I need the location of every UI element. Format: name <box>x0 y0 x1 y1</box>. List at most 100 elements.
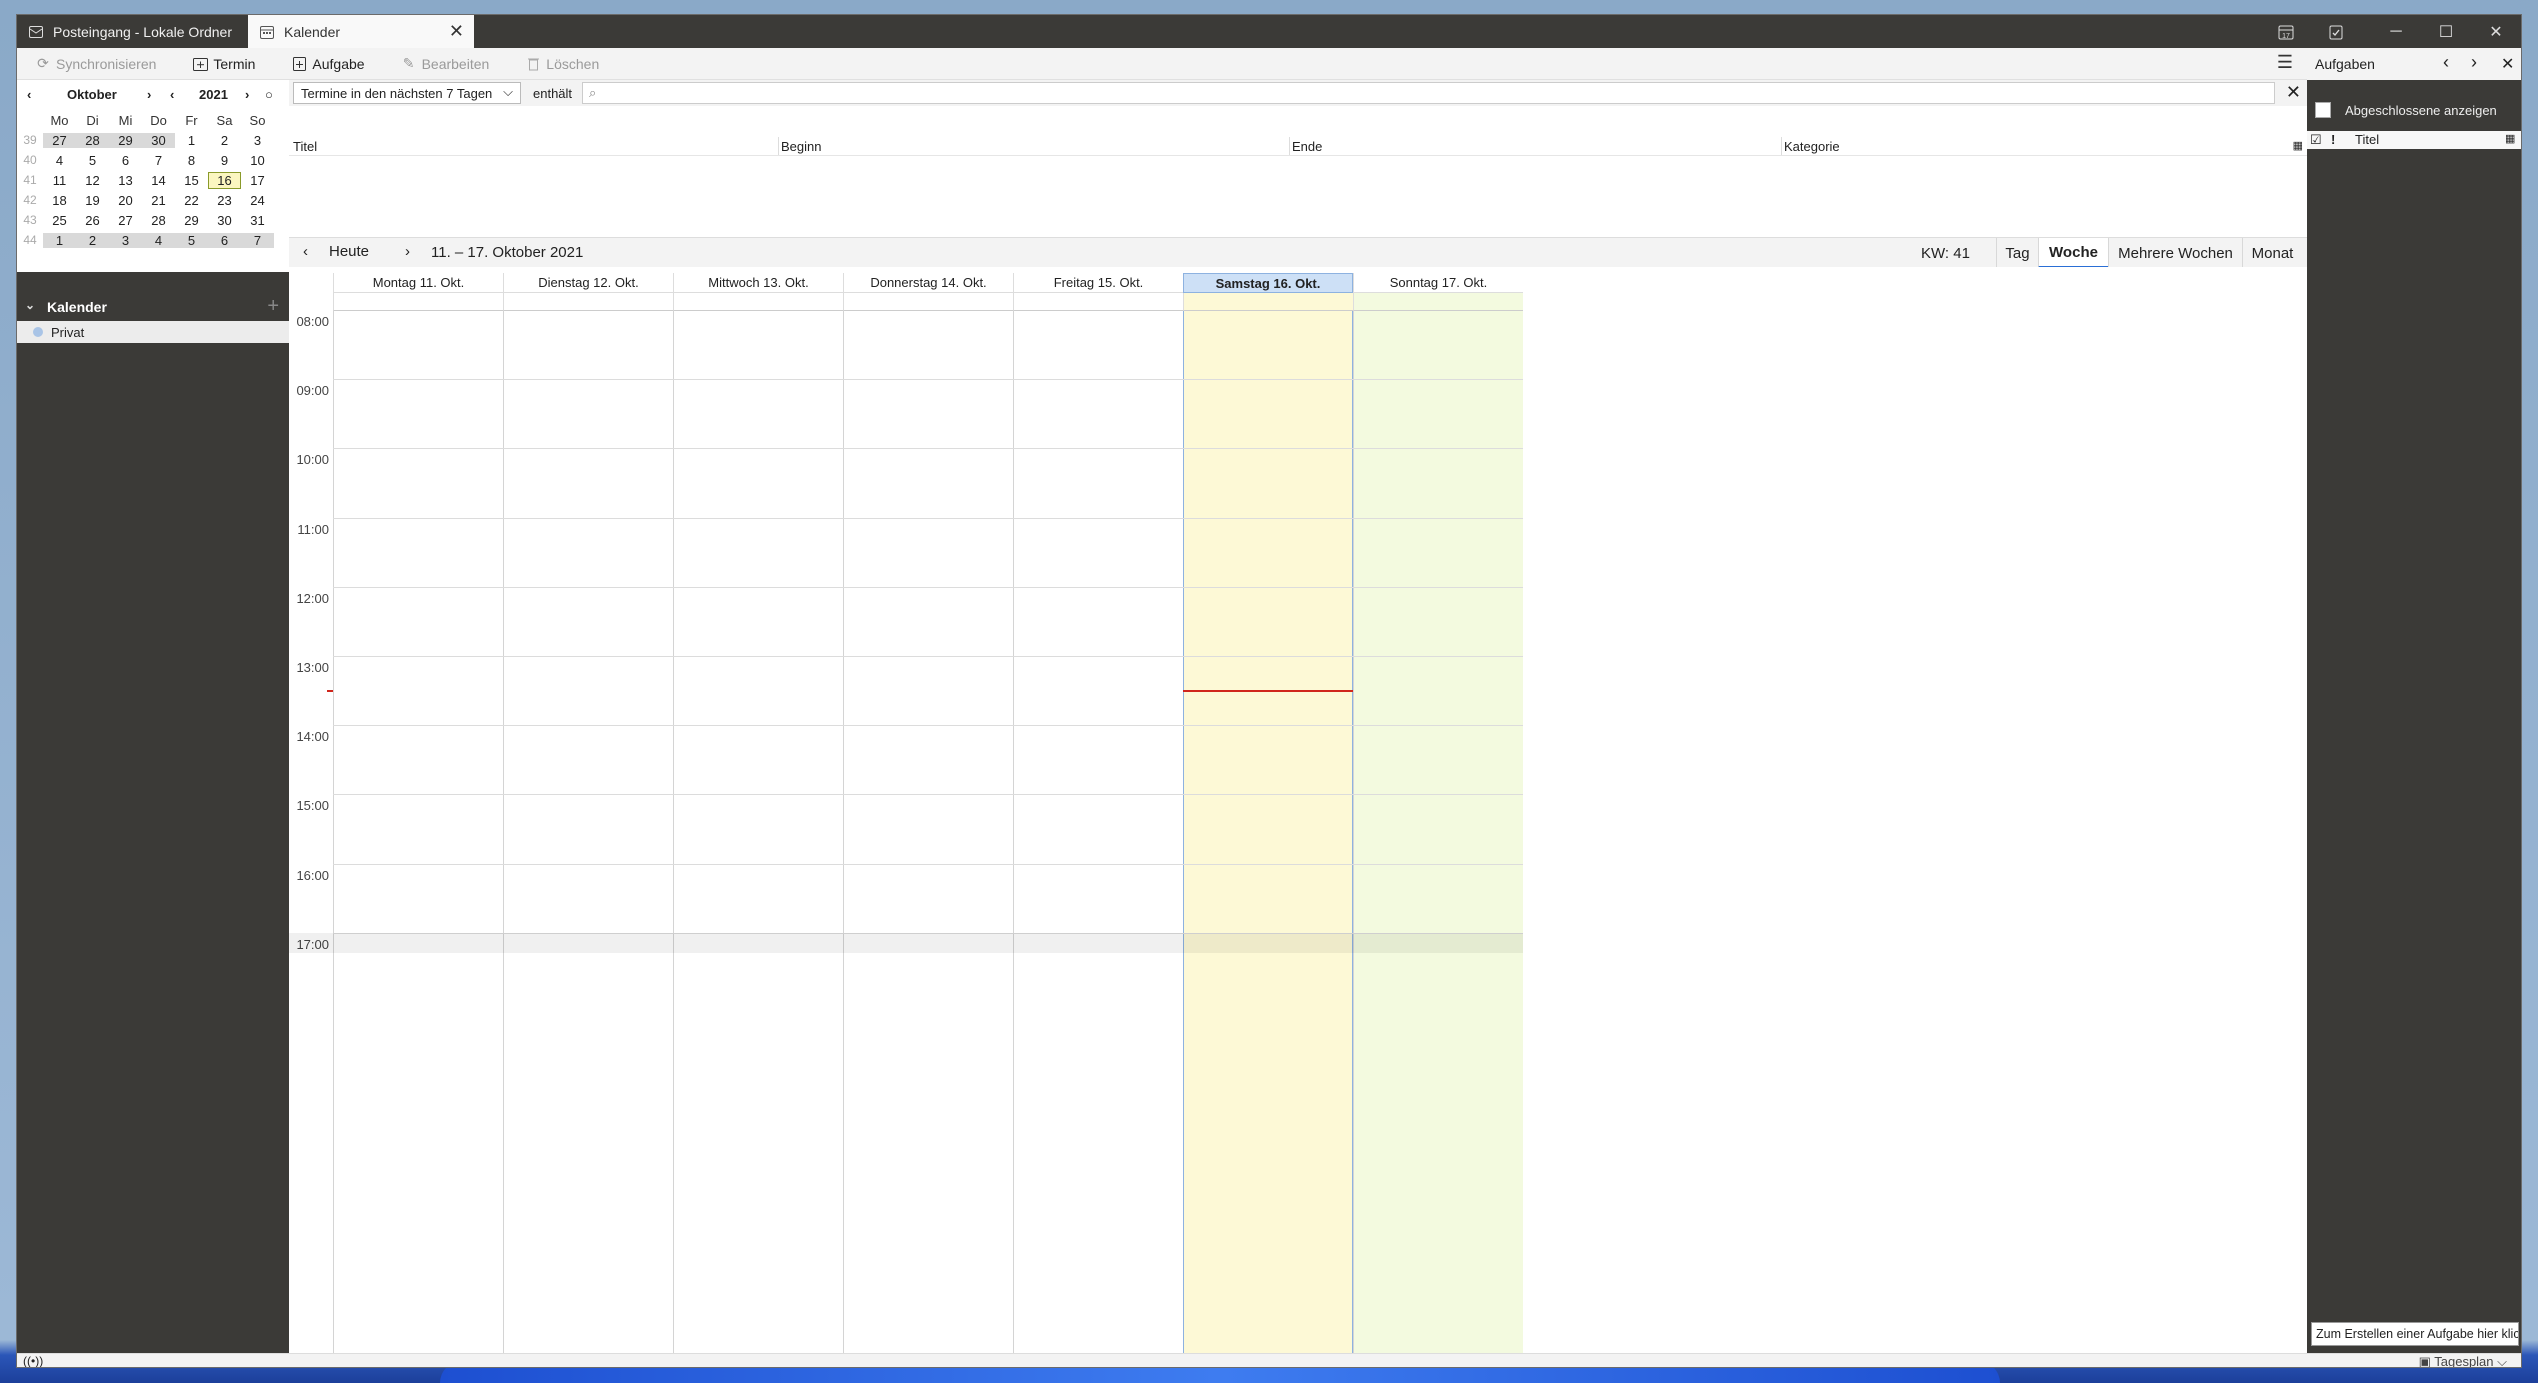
all-day-cell[interactable] <box>503 293 673 311</box>
mini-month-day[interactable]: 3 <box>241 133 274 148</box>
mini-month-day[interactable]: 26 <box>76 213 109 228</box>
priority-icon[interactable]: ! <box>2331 132 2335 147</box>
edit-button[interactable]: ✎ Bearbeiten <box>401 55 490 72</box>
day-header[interactable]: Samstag 16. Okt. <box>1183 273 1353 293</box>
mini-month-day[interactable]: 4 <box>142 232 175 248</box>
calendars-header[interactable]: ⌄ Kalender + <box>17 293 289 321</box>
mini-month-day[interactable]: 20 <box>109 193 142 208</box>
show-completed-checkbox[interactable] <box>2315 102 2331 118</box>
today-button[interactable]: Heute <box>329 243 369 260</box>
chevron-down-icon[interactable]: ⌄ <box>25 298 35 312</box>
mini-month-day[interactable]: 29 <box>175 213 208 228</box>
mini-month-day[interactable]: 11 <box>43 173 76 188</box>
column-end[interactable]: Ende <box>1292 139 1322 154</box>
mini-month-day[interactable]: 19 <box>76 193 109 208</box>
mini-month-day[interactable]: 5 <box>175 232 208 248</box>
mini-month-day[interactable]: 6 <box>208 232 241 248</box>
day-header[interactable]: Freitag 15. Okt. <box>1013 273 1183 293</box>
next-month-icon[interactable]: › <box>147 87 151 102</box>
day-header[interactable]: Donnerstag 14. Okt. <box>843 273 1013 293</box>
mini-month-day[interactable]: 21 <box>142 193 175 208</box>
close-search-icon[interactable]: ✕ <box>2286 82 2301 103</box>
close-tasks-pane-icon[interactable]: ✕ <box>2501 54 2514 74</box>
mini-month-day[interactable]: 28 <box>76 132 109 148</box>
event-range-select[interactable]: Termine in den nächsten 7 Tagen ⌵ <box>293 82 521 104</box>
mini-month-day[interactable]: 6 <box>109 153 142 168</box>
all-day-cell[interactable] <box>673 293 843 311</box>
tasks-pane-icon[interactable] <box>2311 15 2361 48</box>
mini-month-day[interactable]: 22 <box>175 193 208 208</box>
day-header[interactable]: Montag 11. Okt. <box>333 273 503 293</box>
mini-month-day[interactable]: 1 <box>175 133 208 148</box>
day-column[interactable] <box>1013 311 1183 1353</box>
prev-month-icon[interactable]: ‹ <box>27 87 31 102</box>
view-day-button[interactable]: Tag <box>1996 238 2038 268</box>
today-circle-icon[interactable]: ○ <box>265 87 273 102</box>
delete-button[interactable]: Löschen <box>525 56 599 72</box>
mini-month-day[interactable]: 14 <box>142 173 175 188</box>
all-day-cell[interactable] <box>1013 293 1183 311</box>
new-task-button[interactable]: Aufgabe <box>291 56 365 72</box>
add-calendar-icon[interactable]: + <box>267 295 279 318</box>
prev-year-icon[interactable]: ‹ <box>170 87 174 102</box>
mini-month-day[interactable]: 4 <box>43 153 76 168</box>
mini-month-day[interactable]: 13 <box>109 173 142 188</box>
all-day-cell[interactable] <box>1353 293 1523 311</box>
view-multiweek-button[interactable]: Mehrere Wochen <box>2108 238 2242 268</box>
tasks-next-icon[interactable]: › <box>2471 52 2477 73</box>
new-event-button[interactable]: Termin <box>192 56 255 72</box>
column-picker-icon[interactable]: ▦ <box>2505 132 2515 145</box>
all-day-cell[interactable] <box>333 293 503 311</box>
mini-month-day[interactable]: 17 <box>241 173 274 188</box>
day-column[interactable] <box>843 311 1013 1353</box>
maximize-icon[interactable]: ☐ <box>2421 15 2471 48</box>
next-week-icon[interactable]: › <box>405 243 410 260</box>
calendar-item-privat[interactable]: Privat <box>17 321 289 343</box>
column-divider[interactable] <box>778 137 779 155</box>
mini-month-day[interactable]: 2 <box>76 232 109 248</box>
column-divider[interactable] <box>1289 137 1290 155</box>
mini-month-day[interactable]: 31 <box>241 213 274 228</box>
mini-month-day[interactable]: 9 <box>208 153 241 168</box>
mini-month-day[interactable]: 12 <box>76 173 109 188</box>
mini-month-day[interactable]: 24 <box>241 193 274 208</box>
previous-week-icon[interactable]: ‹ <box>303 243 308 260</box>
mini-month-day[interactable]: 8 <box>175 153 208 168</box>
day-plan-toggle[interactable]: ▣ Tagesplan ⌵ <box>2419 1354 2507 1367</box>
event-search-input[interactable]: ⌕ <box>582 82 2276 104</box>
hamburger-menu-icon[interactable]: ☰ <box>2277 52 2293 73</box>
mini-month-day[interactable]: 29 <box>109 132 142 148</box>
day-header[interactable]: Mittwoch 13. Okt. <box>673 273 843 293</box>
completed-check-icon[interactable]: ☑ <box>2310 132 2322 148</box>
day-column[interactable] <box>503 311 673 1353</box>
column-title[interactable]: Titel <box>293 139 317 154</box>
week-time-grid[interactable]: 08:00 09:00 10:00 11:00 12:00 13:00 14:00 15:00… <box>289 311 2307 1353</box>
column-divider[interactable] <box>1781 137 1782 155</box>
view-week-button[interactable]: Woche <box>2038 238 2108 268</box>
mini-month-day[interactable]: 18 <box>43 193 76 208</box>
mini-month-day[interactable]: 25 <box>43 213 76 228</box>
window-close-icon[interactable]: ✕ <box>2471 15 2521 48</box>
day-header[interactable]: Sonntag 17. Okt. <box>1353 273 1523 293</box>
mini-month-day[interactable]: 27 <box>43 132 76 148</box>
mini-month-day[interactable]: 27 <box>109 213 142 228</box>
mini-month-day[interactable]: 7 <box>142 153 175 168</box>
mini-month-day[interactable]: 28 <box>142 213 175 228</box>
mini-month-day[interactable]: 30 <box>142 132 175 148</box>
mini-month-day[interactable]: 5 <box>76 153 109 168</box>
new-task-input[interactable]: Zum Erstellen einer Aufgabe hier klic <box>2311 1322 2519 1346</box>
view-month-button[interactable]: Monat <box>2242 238 2302 268</box>
mini-month-day[interactable]: 15 <box>175 173 208 188</box>
minimize-icon[interactable]: ─ <box>2371 15 2421 48</box>
show-completed-toggle[interactable]: Abgeschlossene anzeigen <box>2307 99 2521 121</box>
online-status-icon[interactable]: ((•)) <box>23 1354 43 1367</box>
tab-calendar[interactable]: Kalender ✕ <box>248 15 474 48</box>
mini-month-day[interactable]: 7 <box>241 232 274 248</box>
close-tab-icon[interactable]: ✕ <box>449 21 464 42</box>
tab-mail[interactable]: Posteingang - Lokale Ordner <box>17 15 247 48</box>
day-header[interactable]: Dienstag 12. Okt. <box>503 273 673 293</box>
mini-month-day[interactable]: 3 <box>109 232 142 248</box>
mini-month-day[interactable]: 10 <box>241 153 274 168</box>
all-day-cell[interactable] <box>843 293 1013 311</box>
column-start[interactable]: Beginn <box>781 139 821 154</box>
